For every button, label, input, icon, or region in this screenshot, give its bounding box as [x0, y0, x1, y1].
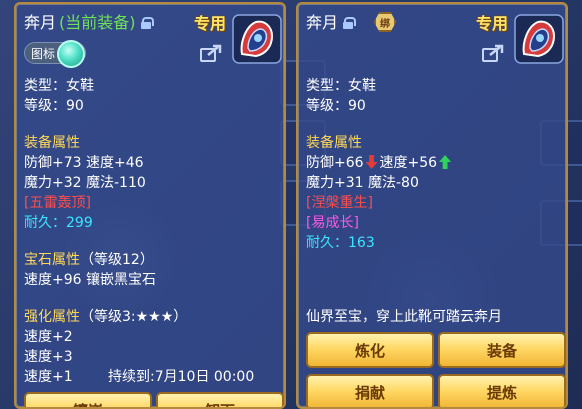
equip-attributes-heading: 装备属性	[306, 135, 362, 151]
inlay-button[interactable]: 镶嵌	[24, 392, 152, 407]
enhance-duration: 持续到:7月10日 00:00	[108, 369, 255, 385]
enhance-stat: 速度+3	[24, 349, 73, 365]
refine-button[interactable]: 炼化	[306, 332, 434, 368]
gem-attributes-heading: 宝石属性	[24, 252, 80, 268]
item-type: 类型：女鞋	[306, 78, 376, 94]
boots-item-icon	[514, 14, 564, 64]
special-effect: [涅槃重生]	[306, 195, 373, 211]
unequip-button[interactable]: 卸下	[156, 392, 284, 407]
extract-button[interactable]: 提炼	[438, 374, 566, 407]
donate-button[interactable]: 捐献	[306, 374, 434, 407]
enhance-stat: 速度+1	[24, 369, 73, 385]
durability: 耐久：299	[24, 215, 93, 231]
share-icon[interactable]	[482, 44, 504, 62]
share-icon[interactable]	[200, 44, 222, 62]
item-name: 奔月	[306, 13, 339, 32]
defense-stat: 防御+66	[306, 155, 364, 171]
item-type: 类型：女鞋	[24, 78, 94, 94]
special-effect: [五雷轰顶]	[24, 195, 91, 211]
toggle-knob[interactable]	[57, 40, 85, 68]
lock-icon	[343, 17, 357, 29]
icon-toggle-label: 图标	[31, 46, 56, 61]
compare-equipment-panel: 奔月 绑 专用 类型：女鞋 等级：90 装备属性 防御+66 速度+56 魔力+3…	[296, 2, 568, 409]
durability: 耐久：163	[306, 235, 375, 251]
item-description: 仙界至宝，穿上此靴可踏云奔月	[306, 309, 502, 325]
speed-stat: 速度+56	[379, 155, 438, 171]
exclusive-badge: 专用	[194, 14, 227, 33]
exclusive-badge: 专用	[476, 14, 509, 33]
current-equipment-panel: 奔月 (当前装备) 专用 图标 类型：女鞋 等级：90 装备属性 防御+73 速度…	[14, 2, 286, 409]
item-level: 等级：90	[24, 98, 84, 114]
enhance-attributes-heading: 强化属性	[24, 309, 80, 325]
equip-attributes-heading: 装备属性	[24, 135, 80, 151]
item-name: 奔月	[24, 13, 57, 32]
arrow-up-icon	[439, 155, 452, 169]
stats-line-2: 魔力+32 魔法-110	[24, 175, 146, 191]
enhance-attributes-row: 强化属性（等级3:★★★）	[24, 309, 187, 326]
gem-level: （等级12）	[80, 252, 154, 268]
stats-line-1: 防御+73 速度+46	[24, 155, 144, 171]
enhance-level: （等级3:★★★）	[80, 309, 188, 325]
boots-item-icon	[232, 14, 282, 64]
item-title: 奔月	[306, 13, 357, 32]
stats-line-2: 魔力+31 魔法-80	[306, 175, 419, 191]
icon-toggle[interactable]: 图标	[24, 40, 86, 68]
lock-icon	[140, 17, 154, 29]
arrow-down-icon	[365, 155, 378, 169]
equip-button[interactable]: 装备	[438, 332, 566, 368]
special-skill: [易成长]	[306, 215, 359, 231]
gem-attributes-row: 宝石属性（等级12）	[24, 252, 154, 269]
stats-line-1: 防御+66 速度+56	[306, 155, 453, 172]
current-equipped-label: (当前装备)	[59, 13, 136, 32]
bound-icon: 绑	[374, 12, 396, 32]
gem-stats: 速度+96 镶嵌黑宝石	[24, 272, 156, 288]
item-level: 等级：90	[306, 98, 366, 114]
enhance-stat: 速度+2	[24, 329, 73, 345]
item-title: 奔月 (当前装备)	[24, 13, 154, 32]
